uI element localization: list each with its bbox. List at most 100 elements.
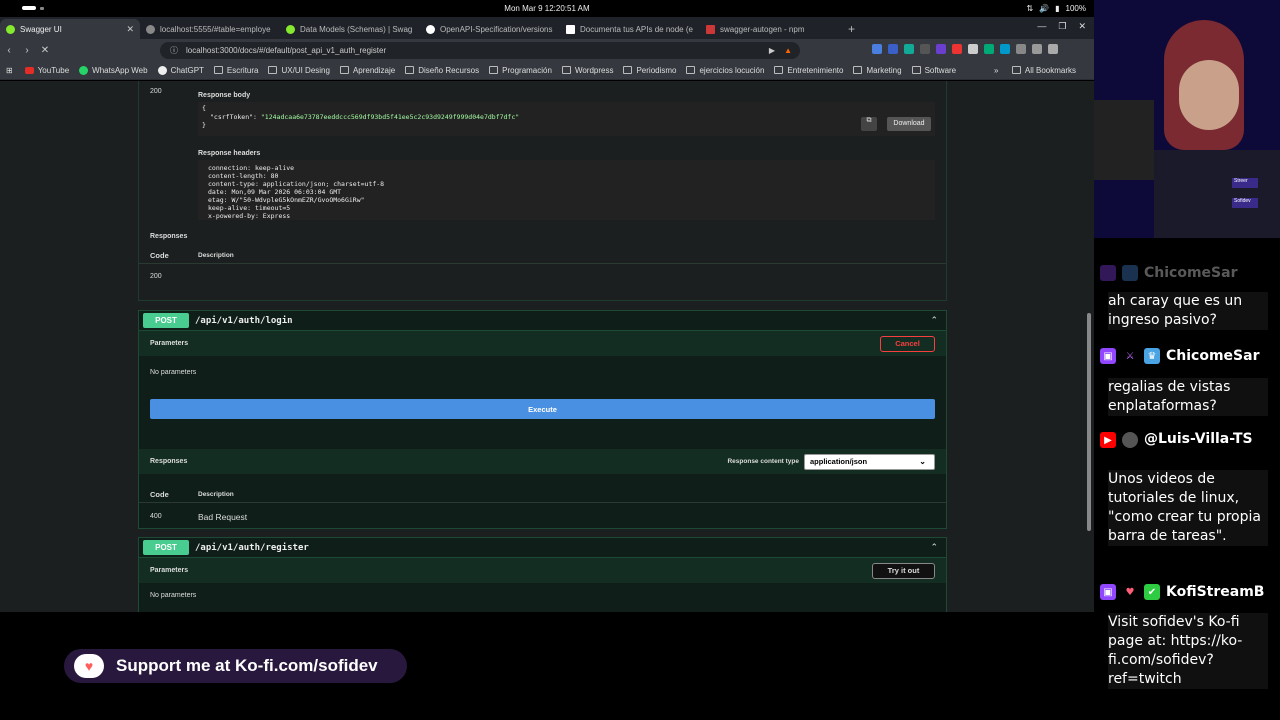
- maximize-icon[interactable]: ❐: [1058, 21, 1066, 32]
- header-line: keep-alive: timeout=5: [208, 204, 291, 212]
- twitch-icon: [1100, 265, 1116, 281]
- folder-icon: [268, 66, 278, 74]
- bookmark-folder-diseno[interactable]: Diseño Recursos: [405, 66, 479, 75]
- bookmarks-bar: ⊞ YouTube WhatsApp Web ChatGPT Escritura…: [0, 61, 1094, 80]
- youtube-icon: [24, 66, 34, 74]
- extension-icon[interactable]: [872, 44, 882, 54]
- responses-section: Responses Response content type applicat…: [139, 449, 946, 474]
- minimize-icon[interactable]: —: [1037, 21, 1046, 32]
- chat-username: ▶ @Luis-Villa-TS: [1100, 432, 1264, 448]
- bookmark-folder-marketing[interactable]: Marketing: [853, 66, 902, 75]
- brave-shield-icon[interactable]: ▲: [784, 46, 792, 55]
- npm-favicon-icon: [706, 24, 715, 34]
- new-tab-button[interactable]: +: [840, 19, 863, 39]
- chevron-up-icon[interactable]: ⌃: [930, 315, 938, 326]
- op-path: /api/v1/auth/login: [195, 315, 293, 326]
- folder-icon: [911, 66, 921, 74]
- stream-chat: ChicomeSar ah caray que es un ingreso pa…: [1094, 238, 1280, 720]
- op-summary-login[interactable]: POST /api/v1/auth/login ⌃: [139, 311, 946, 331]
- puzzle-icon[interactable]: [1016, 44, 1026, 54]
- response-headers-label: Response headers: [198, 150, 261, 157]
- bookmark-folder-aprendizaje[interactable]: Aprendizaje: [339, 66, 395, 75]
- check-badge-icon: ✔: [1144, 584, 1160, 600]
- response-body-block[interactable]: { "csrfToken": "124adcaa6e73787eeddccc56…: [198, 102, 935, 136]
- bookmark-folder-periodismo[interactable]: Periodismo: [623, 66, 676, 75]
- forward-icon[interactable]: ›: [18, 45, 36, 56]
- extension-icon[interactable]: [888, 44, 898, 54]
- bookmark-chatgpt[interactable]: ChatGPT: [157, 65, 204, 75]
- whatsapp-icon: [79, 65, 89, 75]
- tab-openapi-spec[interactable]: OpenAPI-Specification/versions: [420, 19, 560, 39]
- responses-label: Responses: [150, 458, 188, 465]
- body-line: "csrfToken": "124adcaa6e73787eeddccc569d…: [210, 113, 520, 121]
- page-scrollbar[interactable]: [1084, 81, 1094, 612]
- bookmark-folder-programacion[interactable]: Programación: [489, 66, 552, 75]
- header-line: date: Mon,09 Mar 2026 06:03:04 GMT: [208, 188, 342, 196]
- content-type-value: application/json: [810, 457, 868, 466]
- twitch-icon: ▣: [1100, 584, 1116, 600]
- chat-username: ▣ ⚔ ♛ ChicomeSar: [1100, 348, 1259, 364]
- close-tab-icon[interactable]: ✕: [126, 24, 134, 35]
- address-text[interactable]: localhost:3000/docs/#/default/post_api_v…: [186, 46, 386, 55]
- extension-icon[interactable]: [936, 44, 946, 54]
- bookmark-folder-entretenimiento[interactable]: Entretenimiento: [774, 66, 843, 75]
- scrollbar-thumb[interactable]: [1087, 313, 1091, 531]
- sidebar-icon[interactable]: [1032, 44, 1042, 54]
- chevron-down-icon: ⌄: [919, 457, 926, 466]
- extension-icon[interactable]: [920, 44, 930, 54]
- close-window-icon[interactable]: ✕: [1078, 21, 1086, 32]
- bookmark-whatsapp[interactable]: WhatsApp Web: [79, 65, 148, 75]
- responses-body: Code Description 400 Bad Request: [139, 474, 946, 534]
- folder-icon: [561, 66, 571, 74]
- chevron-up-icon[interactable]: ⌃: [930, 542, 938, 553]
- address-bar[interactable]: ⓘ localhost:3000/docs/#/default/post_api…: [160, 42, 800, 59]
- tab-documenta-apis[interactable]: Documenta tus APIs de node (e: [560, 19, 700, 39]
- system-tray[interactable]: ⇅ 🔊 ▮ 100%: [1026, 4, 1086, 13]
- bookmark-youtube[interactable]: YouTube: [24, 66, 69, 75]
- crown-badge-icon: [1122, 265, 1138, 281]
- bookmark-folder-software[interactable]: Software: [911, 66, 956, 75]
- page-viewport[interactable]: 200 Response body { "csrfToken": "124adc…: [0, 81, 1094, 612]
- apps-icon[interactable]: ⊞: [6, 66, 13, 75]
- extension-icon[interactable]: [1000, 44, 1010, 54]
- extension-icon[interactable]: [952, 44, 962, 54]
- system-clock[interactable]: Mon Mar 9 12:20:51 AM: [0, 4, 1094, 13]
- row-code: 200: [150, 273, 162, 280]
- content-type-select[interactable]: application/json ⌄: [804, 453, 935, 470]
- extension-icon[interactable]: [904, 44, 914, 54]
- tab-label: Documenta tus APIs de node (e: [580, 24, 693, 34]
- chat-username: ▣ ♥ ✔ KofiStreamB: [1100, 584, 1264, 600]
- cancel-button[interactable]: Cancel: [880, 335, 935, 352]
- chat-message: regalias de vistas enplataformas?: [1108, 378, 1268, 416]
- op-summary-register[interactable]: POST /api/v1/auth/register ⌃: [139, 538, 946, 558]
- try-it-out-button[interactable]: Try it out: [872, 562, 935, 579]
- folder-icon: [489, 66, 499, 74]
- site-info-icon[interactable]: ⓘ: [170, 45, 178, 56]
- more-bookmarks-icon[interactable]: »: [994, 66, 998, 75]
- tab-label: Data Models (Schemas) | Swag: [300, 24, 413, 34]
- tab-localhost-5555[interactable]: localhost:5555/#table=employe: [140, 19, 280, 39]
- op-path: /api/v1/auth/register: [195, 542, 309, 553]
- system-top-bar: Mon Mar 9 12:20:51 AM ⇅ 🔊 ▮ 100%: [0, 0, 1094, 17]
- folder-icon: [339, 66, 349, 74]
- bookmark-folder-locucion[interactable]: ejercicios locución: [686, 66, 764, 75]
- back-icon[interactable]: ‹: [0, 45, 18, 56]
- all-bookmarks[interactable]: All Bookmarks: [1011, 66, 1076, 75]
- row-description: Bad Request: [198, 512, 248, 522]
- bookmark-folder-uxui[interactable]: UX/UI Desing: [268, 66, 330, 75]
- stop-loading-icon[interactable]: ✕: [36, 45, 54, 56]
- cast-icon[interactable]: ▶: [769, 46, 775, 55]
- download-button[interactable]: Download: [887, 117, 931, 131]
- response-body-label: Response body: [198, 92, 251, 99]
- tab-swagger-ui[interactable]: Swagger UI ✕: [0, 19, 140, 39]
- menu-icon[interactable]: [1048, 44, 1058, 54]
- chatgpt-icon: [157, 65, 167, 75]
- tab-data-models[interactable]: Data Models (Schemas) | Swag: [280, 19, 420, 39]
- bookmark-folder-wordpress[interactable]: Wordpress: [561, 66, 613, 75]
- extension-icon[interactable]: [984, 44, 994, 54]
- execute-button[interactable]: Execute: [150, 399, 935, 419]
- copy-icon[interactable]: ⧉: [861, 117, 877, 131]
- bookmark-folder-escritura[interactable]: Escritura: [213, 66, 258, 75]
- tab-swagger-autogen[interactable]: swagger-autogen - npm: [700, 19, 840, 39]
- extension-icon[interactable]: [968, 44, 978, 54]
